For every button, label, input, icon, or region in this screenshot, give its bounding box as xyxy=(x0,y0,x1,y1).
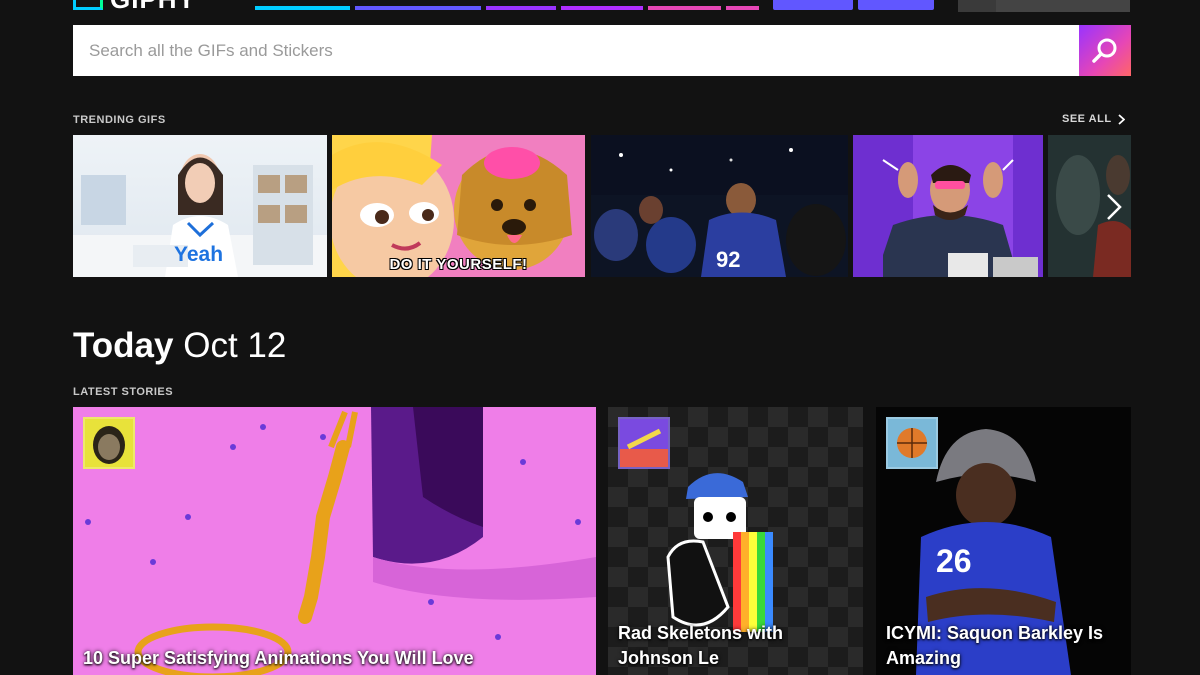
search-button[interactable] xyxy=(1079,25,1131,76)
today-label: Today xyxy=(73,326,174,365)
avatar[interactable] xyxy=(886,417,938,469)
trending-gif[interactable]: Yeah xyxy=(73,135,327,277)
logo-text[interactable]: GIPHY xyxy=(110,0,196,12)
story-title: 10 Super Satisfying Animations You Will … xyxy=(83,648,474,668)
login-button[interactable] xyxy=(958,0,1130,12)
basketball-icon xyxy=(897,428,927,458)
gif-tv-host-image xyxy=(853,135,1043,277)
see-all-label: SEE ALL xyxy=(1062,113,1112,125)
nav-item-sports[interactable] xyxy=(486,6,556,10)
nav-item-reactions[interactable] xyxy=(255,6,350,10)
avatar-image xyxy=(620,419,668,467)
chevron-right-icon[interactable] xyxy=(1105,193,1123,221)
search-input[interactable] xyxy=(73,25,1079,76)
story-card[interactable]: 10 Super Satisfying Animations You Will … xyxy=(73,407,596,675)
today-date: Oct 12 xyxy=(183,326,287,365)
story-title: Rad Skeletons with Johnson Le xyxy=(618,623,784,668)
search-bar xyxy=(73,25,1131,76)
nav-item-more[interactable] xyxy=(726,6,759,10)
trending-gif[interactable] xyxy=(853,135,1043,277)
story-card[interactable]: Rad Skeletons with Johnson Le xyxy=(608,407,863,675)
story-animation-image xyxy=(73,407,596,675)
chevron-right-icon xyxy=(1117,113,1125,125)
latest-stories-label: LATEST STORIES xyxy=(73,386,174,398)
nav-item-entertainment[interactable] xyxy=(355,6,481,10)
avatar-image xyxy=(93,426,125,464)
story-card[interactable]: 26 ICYMI: Saquon Barkley Is Amazing xyxy=(876,407,1131,675)
svg-text:92: 92 xyxy=(716,247,740,272)
logo-icon[interactable] xyxy=(73,0,103,10)
gif-football-image: 92 xyxy=(591,135,848,277)
trending-gif[interactable] xyxy=(1048,135,1131,277)
create-button[interactable] xyxy=(858,0,934,10)
see-all-link[interactable]: SEE ALL xyxy=(1062,113,1125,125)
avatar[interactable] xyxy=(83,417,135,469)
search-icon xyxy=(1092,38,1117,63)
top-header: GIPHY xyxy=(0,0,1200,14)
trending-label: TRENDING GIFS xyxy=(73,114,166,126)
nav-menu xyxy=(255,6,759,10)
svg-text:26: 26 xyxy=(936,543,972,579)
trending-gif[interactable]: 92 xyxy=(591,135,848,277)
story-title: ICYMI: Saquon Barkley Is Amazing xyxy=(886,623,1104,668)
upload-button[interactable] xyxy=(773,0,853,10)
avatar[interactable] xyxy=(618,417,670,469)
nav-item-artists[interactable] xyxy=(648,6,721,10)
today-heading: Today Oct 12 xyxy=(73,326,286,366)
trending-gif[interactable]: DO IT YOURSELF! xyxy=(332,135,585,277)
tile-caption: Yeah xyxy=(174,243,224,266)
tile-caption: DO IT YOURSELF! xyxy=(389,256,528,273)
nav-item-stickers[interactable] xyxy=(561,6,643,10)
